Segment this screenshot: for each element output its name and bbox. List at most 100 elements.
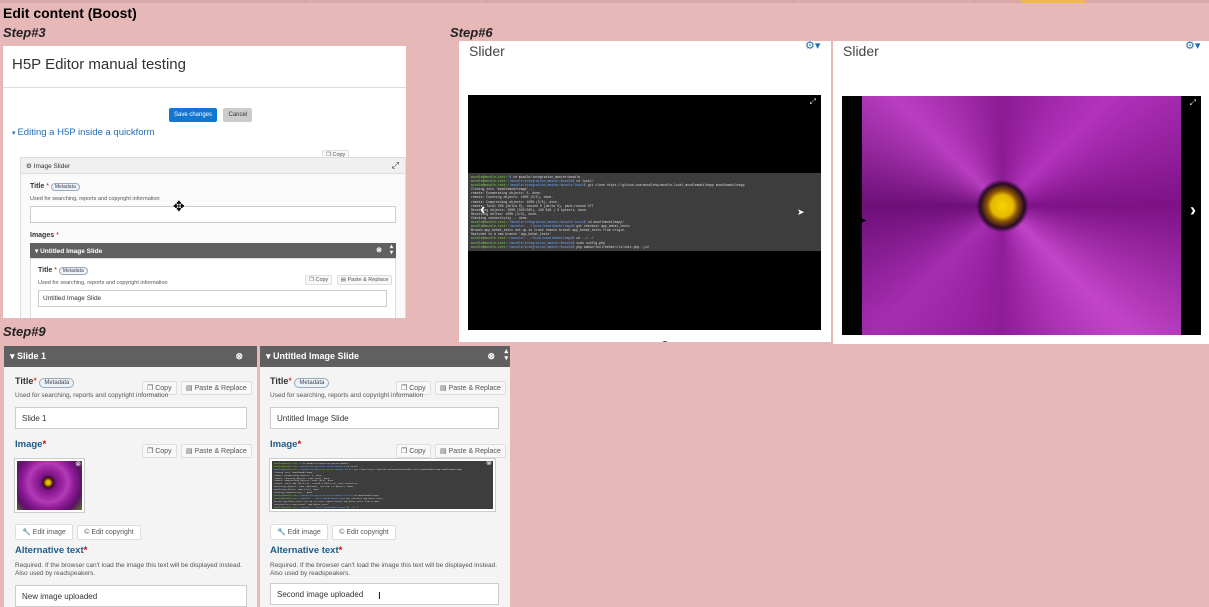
- paste-replace-button[interactable]: ▤ Paste & Replace: [181, 444, 252, 458]
- document-heading: Edit content (Boost): [3, 5, 137, 21]
- slide1-alt-label: Alternative text: [15, 545, 84, 556]
- mouse-pointer-icon: ➤: [797, 207, 805, 217]
- paste-replace-button[interactable]: ▤ Paste & Replace: [181, 381, 252, 395]
- step9-label: Step#9: [3, 324, 46, 339]
- cancel-button[interactable]: Cancel: [223, 108, 253, 122]
- paste-replace-button[interactable]: ▤ Paste & Replace: [435, 381, 506, 395]
- edit-image-button[interactable]: 🔧 Edit image: [270, 524, 328, 540]
- slide2-alt-input[interactable]: Second image uploaded: [270, 583, 499, 605]
- slide-bar-title: Untitled Image Slide: [40, 248, 103, 255]
- form-buttons: Save changes Cancel: [169, 103, 253, 122]
- cog-menu-icon[interactable]: ⚙▾: [1185, 41, 1200, 52]
- metadata-button[interactable]: Metadata: [50, 183, 80, 191]
- step9-slide2-editor: ▾ Untitled Image Slide ⊗ ▴ ▾ Title* Metad…: [260, 346, 510, 607]
- edit-copyright-button[interactable]: © Edit copyright: [332, 525, 396, 540]
- terminal-image: moodle@moodle-test:~$ cd moodle/integrat…: [468, 173, 821, 251]
- title-label: Title: [30, 183, 45, 190]
- slide-dots: [622, 335, 672, 342]
- slide-copy-button[interactable]: ❐ Copy: [305, 275, 333, 285]
- copy-button[interactable]: ❐ Copy: [396, 444, 431, 458]
- terminal-line: moodle@moodle-test:~/moodle/integration_…: [274, 508, 366, 511]
- cog-menu-icon[interactable]: ⚙▾: [805, 41, 820, 52]
- slide-dots-right: [997, 339, 1047, 344]
- step6-slider-right: Slider ⚙▾ ⤢ › ➤: [833, 41, 1209, 344]
- slide1-title-description: Used for searching, reports and copyrigh…: [15, 392, 169, 399]
- remove-icon[interactable]: ⊗: [487, 351, 495, 362]
- text-cursor-icon: I: [378, 591, 381, 602]
- slide2-alt-label-group: Alternative text*: [270, 545, 343, 556]
- slide2-image-copy-paste: ❐ Copy ▤ Paste & Replace: [396, 440, 506, 458]
- slide2-metadata-button[interactable]: Metadata: [294, 378, 330, 388]
- page-title: H5P Editor manual testing: [12, 56, 186, 73]
- section-title: Editing a H5P inside a quickform: [17, 127, 155, 138]
- highlighted-tab: [1022, 0, 1086, 3]
- copy-button[interactable]: ❐ Copy: [142, 444, 177, 458]
- slide2-title-input[interactable]: Untitled Image Slide: [270, 407, 499, 429]
- move-cursor-icon: ✥: [173, 198, 185, 214]
- slide1-alt-description: Required. If the browser can't load the …: [15, 562, 243, 577]
- flower-image: [862, 96, 1181, 335]
- images-label: Images: [30, 232, 55, 239]
- images-label-group: Images *: [30, 232, 59, 239]
- paste-icon: ▤: [440, 385, 449, 392]
- slide-copy-paste-row: ❐ Copy ▤ Paste & Replace: [305, 268, 393, 286]
- slide1-bar[interactable]: ▾ Slide 1 ⊗: [4, 346, 257, 367]
- slide1-title-input[interactable]: Slide 1: [15, 407, 247, 429]
- slide-metadata-button[interactable]: Metadata: [58, 267, 88, 275]
- remove-icon[interactable]: ⊗: [235, 351, 243, 362]
- paste-icon: ▤: [340, 277, 348, 283]
- slide2-image-thumbnail[interactable]: moodle@moodle-test:~$ cd moodle/integrat…: [270, 459, 495, 511]
- previous-slide-icon[interactable]: ‹: [480, 201, 485, 219]
- order-arrows-icon[interactable]: ▴ ▾: [504, 348, 508, 362]
- section-header[interactable]: ▾ Editing a H5P inside a quickform: [12, 127, 155, 138]
- caret-down-icon: ▾: [10, 351, 18, 361]
- page-header: H5P Editor manual testing: [3, 46, 406, 88]
- slide1-metadata-button[interactable]: Metadata: [39, 378, 75, 388]
- slide-paste-button[interactable]: ▤ Paste & Replace: [336, 275, 393, 285]
- next-slide-icon[interactable]: ›: [1190, 200, 1196, 221]
- remove-icon[interactable]: ⊗: [376, 246, 382, 254]
- title-description: Used for searching, reports and copyrigh…: [30, 196, 160, 202]
- fullscreen-icon[interactable]: ⤢: [810, 97, 816, 107]
- step9-slide1-editor: ▾ Slide 1 ⊗ Title* Metadata ❐ Copy ▤ Pas…: [4, 346, 257, 607]
- slide2-image-buttons: 🔧 Edit image © Edit copyright: [270, 521, 396, 540]
- step3-screenshot: H5P Editor manual testing Save changes C…: [3, 46, 406, 318]
- widget-title: Image Slider: [33, 163, 71, 170]
- edit-image-button[interactable]: 🔧 Edit image: [15, 524, 73, 540]
- slide1-title-group: Title* Metadata: [15, 376, 75, 388]
- fullscreen-icon[interactable]: ⤢: [392, 160, 399, 171]
- slide2-title-label: Title: [270, 376, 289, 386]
- wrench-icon: 🔧: [277, 529, 288, 536]
- remove-image-icon[interactable]: ⊗: [75, 460, 81, 468]
- slide1-image-copy-paste: ❐ Copy ▤ Paste & Replace: [142, 440, 252, 458]
- fullscreen-icon[interactable]: ⤢: [1190, 98, 1196, 108]
- mouse-pointer-icon: ➤: [860, 216, 867, 225]
- paste-icon: ▤: [440, 448, 449, 455]
- copy-icon: ❐: [147, 448, 156, 455]
- order-arrows-icon[interactable]: ▴ ▾: [390, 244, 393, 256]
- slide2-image-label: Image: [270, 439, 298, 450]
- wrench-icon: 🔧: [22, 529, 33, 536]
- slide1-alt-label-group: Alternative text*: [15, 545, 88, 556]
- slide1-image-thumbnail[interactable]: ⊗: [15, 459, 84, 512]
- step3-label: Step#3: [3, 25, 46, 40]
- terminal-line: moodle@moodle-test:~/moodle/integration_…: [471, 244, 649, 249]
- slide2-alt-description: Required. If the browser can't load the …: [270, 562, 498, 577]
- slide-bar[interactable]: ▾ Untitled Image Slide ⊗ ▴ ▾: [30, 243, 396, 258]
- save-changes-button[interactable]: Save changes: [169, 108, 218, 122]
- slide2-image-label-group: Image*: [270, 439, 302, 450]
- copy-icon: ❐: [147, 385, 156, 392]
- slide1-alt-input[interactable]: New image uploaded: [15, 585, 247, 607]
- slide-title-input[interactable]: Untitled Image Slide: [38, 290, 387, 307]
- slide2-bar[interactable]: ▾ Untitled Image Slide ⊗ ▴ ▾: [260, 346, 510, 367]
- slide1-image-label: Image: [15, 439, 43, 450]
- widget-header: ⚙ Image Slider ⤢: [21, 158, 405, 174]
- title-input[interactable]: [30, 206, 396, 223]
- step6-label: Step#6: [450, 25, 493, 40]
- slide1-image-label-group: Image*: [15, 439, 47, 450]
- remove-image-icon[interactable]: ⊗: [486, 459, 492, 467]
- edit-copyright-button[interactable]: © Edit copyright: [77, 525, 141, 540]
- slide2-title-group: Title* Metadata: [270, 376, 330, 388]
- paste-replace-button[interactable]: ▤ Paste & Replace: [435, 444, 506, 458]
- slide1-title-label: Title: [15, 376, 34, 386]
